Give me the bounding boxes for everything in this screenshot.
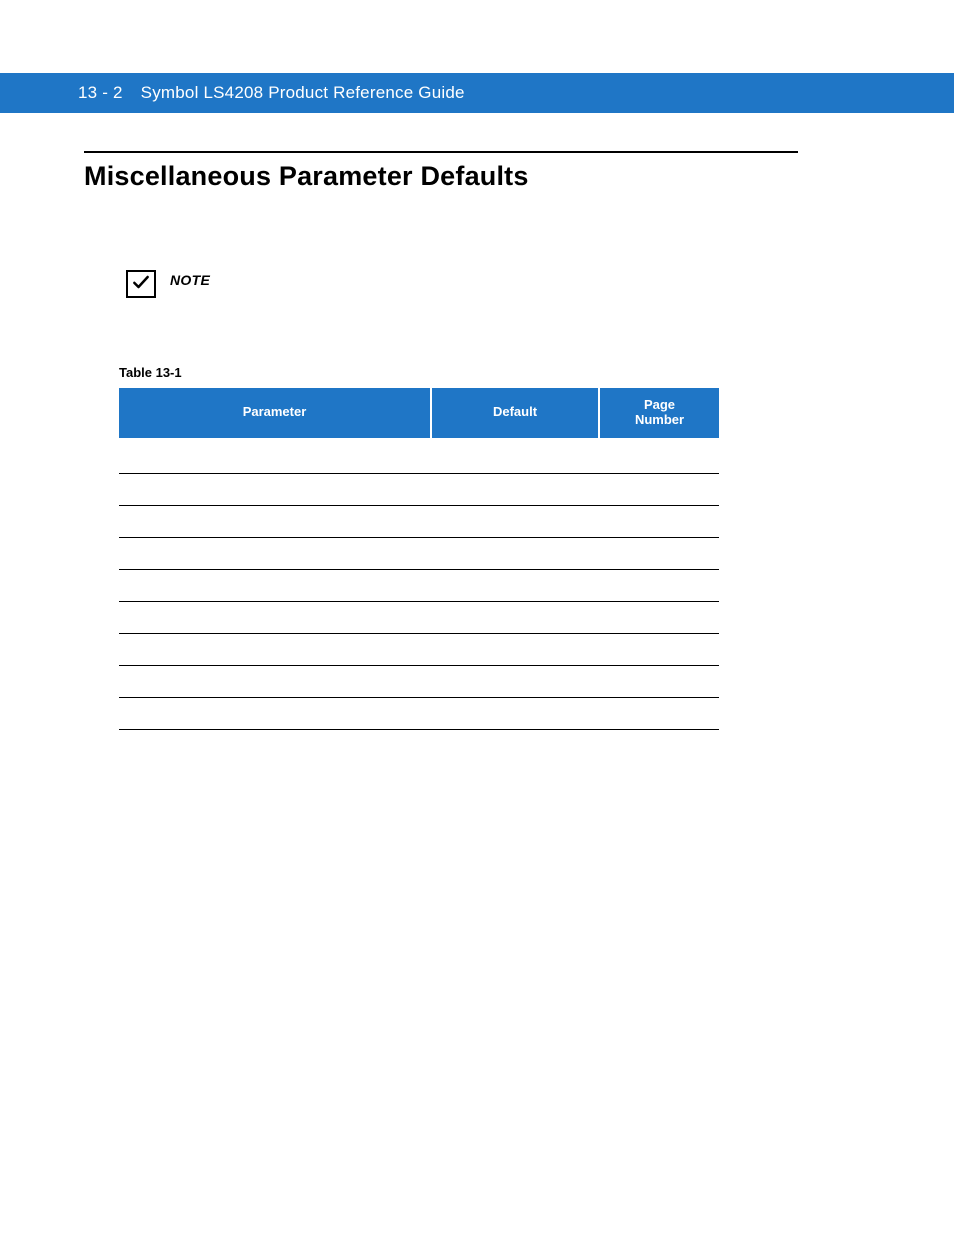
cell-page — [599, 438, 719, 474]
cell-default — [431, 570, 599, 602]
cell-page — [599, 506, 719, 538]
table-row — [119, 634, 719, 666]
cell-page — [599, 698, 719, 730]
cell-parameter — [119, 438, 431, 474]
table-row — [119, 570, 719, 602]
cell-page — [599, 538, 719, 570]
column-header-default: Default — [431, 388, 599, 438]
note-icon-box — [126, 270, 156, 298]
document-title: Symbol LS4208 Product Reference Guide — [141, 83, 465, 103]
table-body — [119, 438, 719, 730]
cell-default — [431, 474, 599, 506]
table-row — [119, 698, 719, 730]
cell-parameter — [119, 602, 431, 634]
cell-default — [431, 538, 599, 570]
cell-parameter — [119, 506, 431, 538]
note-block: NOTE — [126, 270, 798, 298]
cell-parameter — [119, 698, 431, 730]
cell-parameter — [119, 570, 431, 602]
cell-page — [599, 666, 719, 698]
table-row — [119, 506, 719, 538]
cell-default — [431, 634, 599, 666]
cell-default — [431, 602, 599, 634]
cell-page — [599, 474, 719, 506]
cell-page — [599, 570, 719, 602]
section-rule — [84, 151, 798, 153]
table-block: Table 13-1 Parameter Default Page Number — [119, 365, 719, 730]
page: 13 - 2 Symbol LS4208 Product Reference G… — [0, 0, 954, 1235]
note-label: NOTE — [170, 272, 210, 288]
cell-parameter — [119, 538, 431, 570]
cell-default — [431, 666, 599, 698]
table-row — [119, 474, 719, 506]
table-row — [119, 438, 719, 474]
page-number: 13 - 2 — [78, 83, 123, 103]
cell-default — [431, 506, 599, 538]
section-title: Miscellaneous Parameter Defaults — [84, 161, 798, 192]
parameter-defaults-table: Parameter Default Page Number — [119, 388, 719, 730]
table-row — [119, 666, 719, 698]
cell-parameter — [119, 634, 431, 666]
cell-parameter — [119, 474, 431, 506]
cell-page — [599, 602, 719, 634]
cell-default — [431, 698, 599, 730]
cell-parameter — [119, 666, 431, 698]
table-row — [119, 538, 719, 570]
column-header-page-number: Page Number — [599, 388, 719, 438]
cell-page — [599, 634, 719, 666]
table-caption: Table 13-1 — [119, 365, 719, 380]
cell-default — [431, 438, 599, 474]
table-header-row: Parameter Default Page Number — [119, 388, 719, 438]
column-header-parameter: Parameter — [119, 388, 431, 438]
page-content: Miscellaneous Parameter Defaults NOTE Ta… — [84, 151, 798, 730]
page-header-bar: 13 - 2 Symbol LS4208 Product Reference G… — [0, 73, 954, 113]
table-row — [119, 602, 719, 634]
checkmark-icon — [131, 272, 151, 297]
